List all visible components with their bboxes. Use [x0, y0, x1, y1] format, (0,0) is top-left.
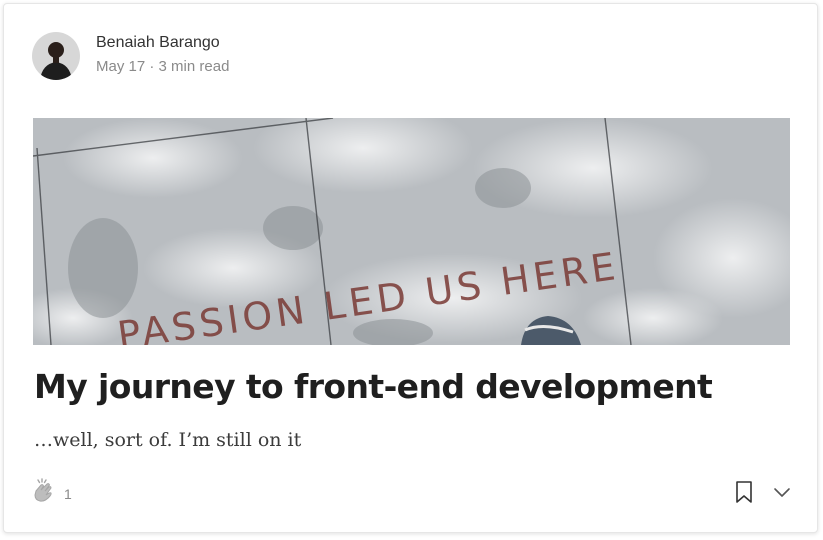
post-subtitle[interactable]: …well, sort of. I’m still on it — [34, 429, 301, 451]
clap-count[interactable]: 1 — [64, 486, 72, 502]
chevron-down-icon — [771, 488, 793, 506]
post-meta: May 17 · 3 min read — [96, 58, 229, 75]
hero-image[interactable]: PASSION LED US HERE — [33, 118, 790, 345]
read-time: 3 min read — [158, 58, 230, 75]
more-options-button[interactable] — [771, 482, 793, 502]
post-date: May 17 — [96, 58, 146, 75]
author-name[interactable]: Benaiah Barango — [96, 34, 220, 52]
meta-separator: · — [149, 58, 155, 75]
clap-button[interactable] — [29, 476, 59, 506]
post-card: Benaiah Barango May 17 · 3 min read PASS… — [3, 3, 818, 533]
bookmark-button[interactable] — [733, 480, 755, 504]
bookmark-icon — [733, 481, 755, 508]
post-title[interactable]: My journey to front-end development — [34, 367, 713, 406]
author-avatar[interactable] — [32, 32, 80, 80]
clap-icon — [29, 478, 59, 510]
